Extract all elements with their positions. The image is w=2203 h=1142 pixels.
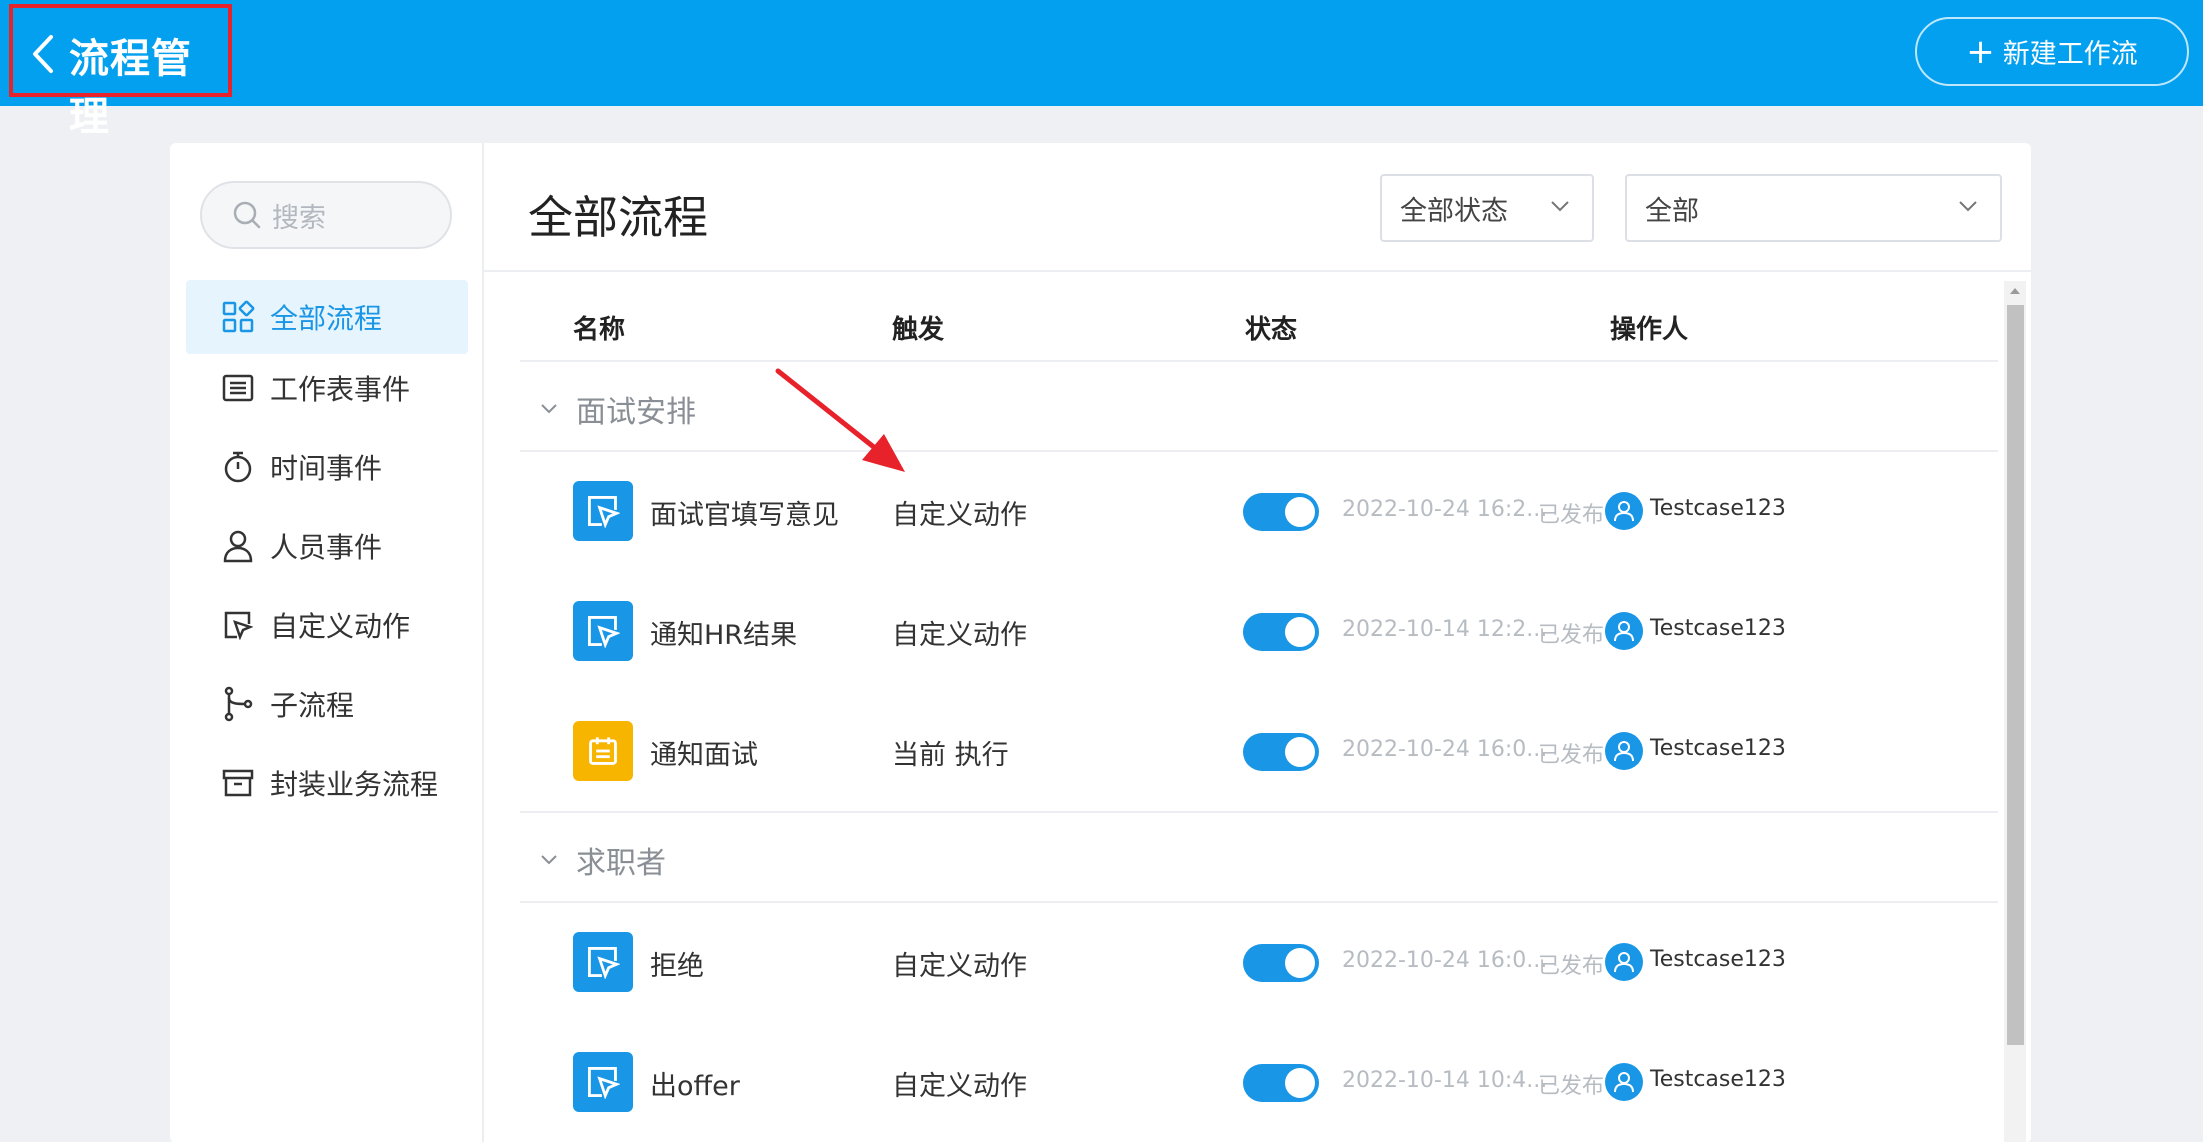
row-name[interactable]: 通知面试 xyxy=(650,733,758,772)
new-workflow-button[interactable]: + 新建工作流 xyxy=(1915,17,2189,86)
top-header-bar: 流程管理 + 新建工作流 xyxy=(0,0,2203,140)
row-date: 2022-10-14 12:2... xyxy=(1342,617,1548,642)
group-header-interview[interactable]: 面试安排 xyxy=(540,387,696,431)
avatar xyxy=(1605,732,1643,770)
row-trigger: 自定义动作 xyxy=(892,951,1027,982)
enable-toggle[interactable] xyxy=(1243,1064,1319,1102)
row-date: 2022-10-24 16:0... xyxy=(1342,948,1548,973)
row-trigger: 自定义动作 xyxy=(892,1071,1027,1102)
branch-icon xyxy=(220,686,256,722)
table-row[interactable]: 出offer 自定义动作 2022-10-14 10:4... 已发布 Test… xyxy=(170,1052,1970,1112)
row-operator: Testcase123 xyxy=(1650,736,1786,761)
avatar xyxy=(1605,943,1643,981)
enable-toggle[interactable] xyxy=(1243,493,1319,531)
search-placeholder: 搜索 xyxy=(272,202,326,234)
search-icon xyxy=(233,201,261,229)
main-card: 搜索 全部流程 工作表事件 时间事件 人员事件 自定义动作 子流程 封装业务流程… xyxy=(170,143,2031,1142)
cursor-box-icon xyxy=(573,932,633,992)
group-name: 面试安排 xyxy=(576,395,696,430)
row-name[interactable]: 面试官填写意见 xyxy=(650,493,839,532)
scroll-up-arrow-icon[interactable] xyxy=(2010,288,2020,294)
calendar-icon xyxy=(573,721,633,781)
table-row[interactable]: 通知面试 当前 执行 2022-10-24 16:0... 已发布 Testca… xyxy=(170,721,1970,781)
row-date: 2022-10-14 10:4... xyxy=(1342,1068,1548,1093)
status-filter-value: 全部状态 xyxy=(1400,195,1508,227)
header-divider xyxy=(484,270,2031,272)
row-date: 2022-10-24 16:0... xyxy=(1342,737,1548,762)
list-icon xyxy=(220,370,256,406)
chevron-down-icon xyxy=(1551,201,1569,212)
table-header-rule xyxy=(520,360,1998,362)
plus-icon: + xyxy=(1966,31,1995,72)
row-name[interactable]: 出offer xyxy=(650,1064,740,1103)
cursor-box-icon xyxy=(573,601,633,661)
cursor-box-icon xyxy=(573,1052,633,1112)
chevron-down-icon xyxy=(1959,201,1977,212)
row-status: 已发布 xyxy=(1538,503,1605,528)
grid-icon xyxy=(220,299,256,335)
sidebar-item-label: 全部流程 xyxy=(270,302,383,335)
column-header-operator: 操作人 xyxy=(1610,315,1689,345)
sidebar-item-all-workflows[interactable]: 全部流程 xyxy=(186,280,468,354)
table-row[interactable]: 拒绝 自定义动作 2022-10-24 16:0... 已发布 Testcase… xyxy=(170,932,1970,992)
enable-toggle[interactable] xyxy=(1243,944,1319,982)
table-row[interactable]: 通知HR结果 自定义动作 2022-10-14 12:2... 已发布 Test… xyxy=(170,601,1970,661)
sidebar-item-label: 子流程 xyxy=(270,689,355,722)
group-name: 求职者 xyxy=(576,846,666,881)
search-input[interactable]: 搜索 xyxy=(200,181,452,249)
type-filter-dropdown[interactable]: 全部 xyxy=(1625,174,2002,242)
type-filter-value: 全部 xyxy=(1645,195,1699,227)
chevron-down-icon xyxy=(541,855,557,865)
row-name[interactable]: 通知HR结果 xyxy=(650,613,797,652)
status-filter-dropdown[interactable]: 全部状态 xyxy=(1380,174,1594,242)
row-status: 已发布 xyxy=(1538,954,1605,979)
row-trigger: 当前 执行 xyxy=(892,740,1009,771)
scrollbar-thumb[interactable] xyxy=(2007,305,2024,1045)
row-operator: Testcase123 xyxy=(1650,496,1786,521)
avatar xyxy=(1605,612,1643,650)
column-header-name: 名称 xyxy=(573,315,626,345)
row-status: 已发布 xyxy=(1538,1074,1605,1099)
row-status: 已发布 xyxy=(1538,743,1605,768)
row-operator: Testcase123 xyxy=(1650,1067,1786,1092)
avatar xyxy=(1605,492,1643,530)
sidebar-item-worksheet-events[interactable]: 工作表事件 xyxy=(186,351,468,425)
row-trigger: 自定义动作 xyxy=(892,500,1027,531)
row-operator: Testcase123 xyxy=(1650,947,1786,972)
group-rule xyxy=(520,811,1998,813)
main-title: 全部流程 xyxy=(528,191,709,244)
back-title-highlight-box[interactable]: 流程管理 xyxy=(9,4,232,140)
group-rule xyxy=(520,450,1998,452)
group-rule xyxy=(520,901,1998,903)
enable-toggle[interactable] xyxy=(1243,733,1319,771)
avatar xyxy=(1605,1063,1643,1101)
row-trigger: 自定义动作 xyxy=(892,620,1027,651)
row-status: 已发布 xyxy=(1538,623,1605,648)
cursor-box-icon xyxy=(573,481,633,541)
row-date: 2022-10-24 16:2... xyxy=(1342,497,1548,522)
row-name[interactable]: 拒绝 xyxy=(650,944,704,983)
new-workflow-label: 新建工作流 xyxy=(2002,39,2138,70)
sidebar-item-label: 工作表事件 xyxy=(270,373,411,406)
chevron-left-icon[interactable] xyxy=(27,34,61,74)
group-header-candidates[interactable]: 求职者 xyxy=(540,838,666,882)
stopwatch-icon xyxy=(220,449,256,485)
row-operator: Testcase123 xyxy=(1650,616,1786,641)
column-header-trigger: 触发 xyxy=(892,315,945,345)
column-header-status: 状态 xyxy=(1245,315,1298,345)
enable-toggle[interactable] xyxy=(1243,613,1319,651)
chevron-down-icon xyxy=(541,404,557,414)
table-row[interactable]: 面试官填写意见 自定义动作 2022-10-24 16:2... 已发布 Tes… xyxy=(170,481,1970,541)
page-title: 流程管理 xyxy=(69,36,192,140)
